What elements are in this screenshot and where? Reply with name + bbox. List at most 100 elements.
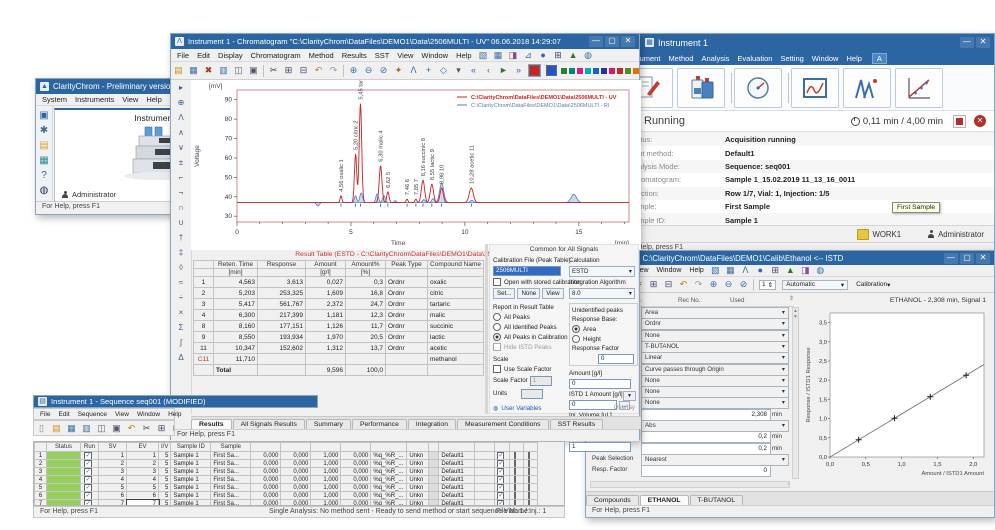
globe-icon[interactable]: ◍ bbox=[582, 49, 595, 62]
table-icon[interactable]: ▦ bbox=[724, 264, 737, 277]
data-acquisition-button[interactable] bbox=[791, 68, 839, 108]
col-header-amount[interactable]: Amount bbox=[306, 261, 346, 269]
chromatogram-plot-area[interactable]: 30405060708090051015[mV]VoltageTime[min]… bbox=[191, 80, 641, 250]
col-header-sv[interactable]: SV bbox=[99, 443, 127, 452]
new-icon[interactable]: ▯ bbox=[35, 422, 48, 435]
row-checkbox[interactable] bbox=[514, 484, 516, 492]
radio-area[interactable]: Area bbox=[572, 325, 635, 333]
sequence-table[interactable]: StatusRunSVEVI/VSample IDSample1✓115Samp… bbox=[33, 441, 565, 506]
menu-item-window[interactable]: Window bbox=[653, 267, 686, 274]
col-header-item[interactable] bbox=[439, 443, 475, 452]
redo-icon[interactable]: ↷ bbox=[692, 278, 705, 291]
menu-item-file[interactable]: File bbox=[36, 411, 54, 418]
spike-filter-icon[interactable]: × bbox=[179, 305, 184, 320]
sequence-row[interactable]: 6✓665Sample 1First Sa...0,0000,0001,0000… bbox=[35, 492, 538, 500]
network-icon[interactable]: ◍ bbox=[40, 185, 49, 196]
menu-item-setting[interactable]: Setting bbox=[776, 54, 807, 63]
copy-chart-icon[interactable]: ⊞ bbox=[552, 49, 565, 62]
redo-icon[interactable]: ↷ bbox=[327, 64, 340, 77]
table-row[interactable]: 35,417561,7672,37224,7Ordnrtartaric bbox=[194, 299, 484, 310]
select-icon[interactable]: ▸ bbox=[179, 80, 183, 95]
col-header-item[interactable] bbox=[341, 443, 371, 452]
save-icon[interactable]: ▦ bbox=[187, 64, 200, 77]
threshold-icon[interactable]: ∫ bbox=[180, 335, 182, 350]
chromatogram-titlebar[interactable]: Λ Instrument 1 - Chromatogram "C:\Clarit… bbox=[171, 34, 639, 49]
sequence-grid[interactable]: StatusRunSVEVI/VSample IDSample1✓115Samp… bbox=[34, 442, 538, 506]
panel-splitter[interactable] bbox=[485, 244, 488, 414]
none-button[interactable]: None bbox=[517, 288, 540, 299]
undo-icon[interactable]: ↶ bbox=[125, 422, 138, 435]
menu-item-help[interactable]: Help bbox=[685, 267, 707, 274]
signal-swatch-1[interactable] bbox=[561, 68, 567, 74]
menu-item-window[interactable]: Window bbox=[417, 51, 452, 60]
row-checkbox[interactable] bbox=[528, 484, 530, 492]
setting-select-none-2[interactable]: None▾ bbox=[641, 330, 789, 342]
tab-t-butanol[interactable]: T-BUTANOL bbox=[690, 495, 744, 505]
menu-item-help[interactable]: Help bbox=[452, 51, 475, 60]
row-checkbox[interactable]: ✓ bbox=[497, 460, 504, 468]
open-stored-checkbox[interactable]: Open with stored calibration bbox=[493, 278, 565, 286]
close-icon[interactable]: ✖ bbox=[202, 64, 215, 77]
menu-item-view[interactable]: View bbox=[118, 95, 142, 104]
istd-amount-input[interactable]: 0 bbox=[569, 400, 617, 410]
radio-all-peaks[interactable]: All Peaks bbox=[493, 313, 565, 321]
axes-range-icon[interactable]: Λ bbox=[178, 110, 183, 125]
view-select[interactable]: Calibration ▾ bbox=[853, 281, 893, 289]
row-checkbox[interactable] bbox=[514, 476, 516, 484]
menu-item-analysis[interactable]: Analysis bbox=[697, 54, 733, 63]
menu-item-method[interactable]: Method bbox=[664, 54, 697, 63]
setting-select-abs-10[interactable]: Abs▾ bbox=[641, 420, 789, 432]
radio-height[interactable]: Height bbox=[572, 335, 635, 343]
signal-swatch-6[interactable] bbox=[601, 68, 607, 74]
overlay-label[interactable]: Overlay bbox=[614, 404, 635, 411]
sequence-titlebar[interactable]: ▤ Instrument 1 - Sequence seq001 (MODIFI… bbox=[33, 395, 318, 408]
setting-input-9[interactable]: 2,308 bbox=[641, 409, 771, 421]
menu-item-edit[interactable]: Edit bbox=[193, 51, 214, 60]
setting-select-t-butanol-3[interactable]: T-BUTANOL▾ bbox=[641, 341, 789, 353]
row-checkbox[interactable]: ✓ bbox=[497, 484, 504, 492]
calibration-file-input[interactable]: 2506MULTI bbox=[493, 266, 561, 276]
table-row[interactable]: Total9,596100,0 bbox=[194, 365, 484, 376]
integration-icon[interactable]: Δ bbox=[178, 350, 183, 365]
col-header-recno[interactable]: Rec No. bbox=[678, 295, 730, 306]
export-icon[interactable]: ▲ bbox=[784, 264, 797, 277]
peak-end-icon[interactable]: ∨ bbox=[178, 140, 184, 155]
workspace-label[interactable]: WORK1 bbox=[872, 230, 901, 239]
open-folder-icon[interactable]: ▤ bbox=[50, 422, 63, 435]
copy-chart-icon[interactable]: ⊞ bbox=[769, 264, 782, 277]
instrument-titlebar[interactable]: ▦ Instrument 1 — ✕ bbox=[619, 34, 994, 51]
device-monitor-button[interactable] bbox=[734, 68, 782, 108]
menu-item-help[interactable]: Help bbox=[142, 95, 165, 104]
setting-input-14[interactable]: 0 bbox=[641, 465, 771, 477]
move-icon[interactable]: + bbox=[422, 64, 435, 77]
globe-icon[interactable]: ◍ bbox=[814, 264, 827, 277]
row-checkbox[interactable]: ✓ bbox=[497, 468, 504, 476]
calibration-button[interactable] bbox=[895, 68, 943, 108]
signal-swatch-7[interactable] bbox=[609, 68, 615, 74]
axes-icon[interactable]: ⊿ bbox=[522, 49, 535, 62]
calculation-select[interactable]: ESTD▾ bbox=[569, 266, 635, 277]
global-width-icon[interactable]: Σ bbox=[179, 320, 184, 335]
sequence-row[interactable]: 2✓225Sample 1First Sa...0,0000,0001,0000… bbox=[35, 460, 538, 468]
signal-spinner[interactable]: 1⇕ bbox=[759, 280, 776, 290]
panel-collapse-icon[interactable]: ▼ bbox=[623, 391, 636, 401]
paste-icon[interactable]: ⊟ bbox=[170, 422, 175, 435]
sequence-row[interactable]: 4✓445Sample 1First Sa...0,0000,0001,0000… bbox=[35, 476, 538, 484]
zoom-out-icon[interactable]: ⊖ bbox=[722, 278, 735, 291]
row-checkbox[interactable] bbox=[528, 460, 530, 468]
integration-select[interactable]: 8.0▾ bbox=[569, 288, 635, 299]
setting-select-none-7[interactable]: None▾ bbox=[641, 386, 789, 398]
cut-icon[interactable]: ✂ bbox=[140, 422, 153, 435]
chromatogram-button[interactable] bbox=[843, 68, 891, 108]
report-icon[interactable]: ▥ bbox=[80, 422, 93, 435]
negative-peaks-icon[interactable]: ¬ bbox=[179, 185, 184, 200]
stop-button[interactable] bbox=[953, 115, 966, 128]
response-factor-input[interactable]: 0 bbox=[598, 354, 634, 364]
menu-item-help[interactable]: Help bbox=[164, 411, 185, 418]
horizontal-scrollbar[interactable]: › bbox=[590, 481, 790, 488]
set-button[interactable]: Set... bbox=[493, 288, 515, 299]
peak-add-icon[interactable]: ∩ bbox=[178, 200, 184, 215]
preview-icon[interactable]: ◫ bbox=[95, 422, 108, 435]
close-button[interactable]: ✕ bbox=[621, 36, 635, 47]
table-row[interactable]: 25,203253,3251,60916,8Ordnrcitric bbox=[194, 288, 484, 299]
